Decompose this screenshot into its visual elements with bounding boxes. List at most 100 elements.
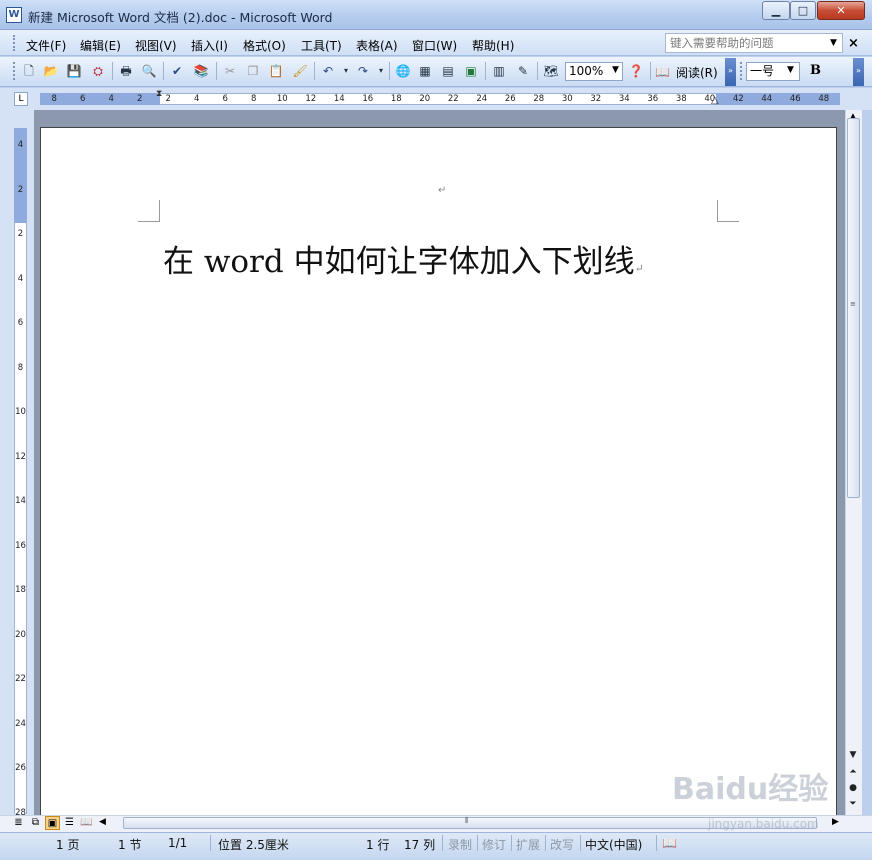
ruler-tick-label: 18 (390, 94, 402, 104)
ruler-tick-label: 8 (51, 94, 57, 104)
print-layout-view-icon[interactable]: ▣ (45, 816, 60, 830)
drawing-icon[interactable]: ✎ (515, 63, 531, 79)
bold-button[interactable]: B (810, 63, 821, 78)
next-page-icon[interactable]: ⏷ (846, 799, 860, 809)
status-extend-selection[interactable]: 扩展 (516, 836, 540, 853)
redo-dropdown-icon[interactable]: ▾ (373, 63, 389, 79)
status-line: 1 行 (366, 838, 390, 852)
ruler-tick-label: 6 (222, 94, 228, 104)
menu-edit[interactable]: 编辑(E) (80, 37, 121, 54)
font-size-dropdown-icon[interactable]: ▼ (787, 65, 794, 75)
redo-icon[interactable]: ↷ (355, 63, 371, 79)
indent-marker-icon[interactable]: ⧗ (156, 89, 162, 99)
close-button[interactable]: ✕ (817, 1, 865, 20)
status-track-changes[interactable]: 修订 (482, 836, 506, 853)
scroll-down-arrow-icon[interactable]: ▼ (846, 750, 860, 760)
format-toolbar-overflow-icon[interactable]: » (853, 58, 864, 86)
cut-icon[interactable]: ✂ (222, 63, 238, 79)
ruler-tick-label: 20 (419, 94, 431, 104)
document-close-button[interactable]: × (848, 36, 859, 51)
undo-dropdown-icon[interactable]: ▾ (338, 63, 354, 79)
copy-icon[interactable]: ❐ (245, 63, 261, 79)
toolbar-separator (389, 62, 390, 80)
menu-window[interactable]: 窗口(W) (412, 37, 457, 54)
ruler-tick-label: 22 (447, 94, 459, 104)
toolbar-overflow-icon[interactable]: » (725, 58, 736, 86)
vertical-scroll-thumb[interactable] (847, 118, 860, 498)
document-page[interactable] (40, 127, 837, 815)
spelling-check-icon[interactable]: ✔ (169, 63, 185, 79)
status-record-macro[interactable]: 录制 (448, 836, 472, 853)
vertical-ruler-tick-label: 12 (15, 451, 26, 462)
print-preview-icon[interactable]: 🔍 (141, 63, 157, 79)
menu-insert[interactable]: 插入(I) (191, 37, 228, 54)
scroll-left-arrow-icon[interactable]: ◀ (99, 817, 106, 827)
ruler-tick-label: 14 (333, 94, 345, 104)
status-language[interactable]: 中文(中国) (585, 836, 642, 853)
vertical-ruler-tick-label: 4 (17, 140, 24, 150)
open-folder-icon[interactable]: 📂 (43, 63, 59, 79)
vertical-ruler-tick-label: 26 (15, 763, 26, 774)
format-painter-icon[interactable]: 🖌 (292, 63, 308, 79)
header-paragraph-mark: ↵ (438, 185, 447, 196)
insert-excel-icon[interactable]: ▣ (463, 63, 479, 79)
ruler-tick-label: 2 (137, 94, 143, 104)
menu-table[interactable]: 表格(A) (356, 37, 398, 54)
help-dropdown-arrow-icon[interactable]: ▼ (830, 38, 837, 48)
hyperlink-icon[interactable]: 🌐 (395, 63, 411, 79)
permission-icon[interactable]: ⛭ (90, 63, 106, 79)
minimize-button[interactable]: ▁ (762, 1, 790, 20)
zoom-dropdown-icon[interactable]: ▼ (612, 65, 619, 75)
previous-page-icon[interactable]: ⏶ (846, 767, 860, 777)
research-icon[interactable]: 📚 (193, 63, 209, 79)
format-toolbar-grip[interactable] (740, 62, 743, 80)
menu-grip[interactable] (13, 35, 16, 51)
read-mode-button[interactable]: 阅读(R) (676, 64, 718, 81)
toolbar-separator (537, 62, 538, 80)
paste-icon[interactable]: 📋 (268, 63, 284, 79)
web-layout-view-icon[interactable]: ⧉ (28, 816, 43, 830)
toolbar-grip[interactable] (13, 62, 16, 80)
undo-icon[interactable]: ↶ (320, 63, 336, 79)
vertical-ruler-tick-label: 18 (15, 585, 26, 596)
toolbar-separator (650, 62, 651, 80)
menu-file[interactable]: 文件(F) (26, 37, 66, 54)
print-icon[interactable]: 🖶 (118, 63, 134, 79)
status-overtype[interactable]: 改写 (550, 836, 574, 853)
normal-view-icon[interactable]: ≣ (11, 816, 26, 830)
reading-layout-view-icon[interactable]: 📖 (79, 816, 94, 830)
outline-view-icon[interactable]: ☰ (62, 816, 77, 830)
tables-borders-icon[interactable]: ▦ (417, 63, 433, 79)
word-app-icon[interactable]: W (6, 7, 22, 23)
status-page-count: 1/1 (168, 836, 188, 850)
baidu-watermark-url: jingyan.baidu.com (708, 817, 819, 831)
menu-view[interactable]: 视图(V) (135, 37, 177, 54)
menu-tools[interactable]: 工具(T) (301, 37, 342, 54)
status-separator (210, 835, 211, 851)
menu-format[interactable]: 格式(O) (243, 37, 286, 54)
status-separator (656, 835, 657, 851)
document-text[interactable]: 在 word 中如何让字体加入下划线↵ (163, 236, 644, 281)
vertical-ruler-tick-label: 22 (15, 674, 26, 685)
tab-selector[interactable]: L (14, 92, 28, 106)
maximize-button[interactable]: □ (790, 1, 816, 20)
menu-help[interactable]: 帮助(H) (472, 37, 514, 54)
save-icon[interactable]: 💾 (66, 63, 82, 79)
insert-table-icon[interactable]: ▤ (440, 63, 456, 79)
status-separator (580, 835, 581, 851)
ruler-tick-label: 26 (504, 94, 516, 104)
columns-icon[interactable]: ▥ (491, 63, 507, 79)
new-document-icon[interactable]: 🗋 (21, 63, 37, 79)
ruler-tick-label: 4 (108, 94, 114, 104)
ruler-tick-label: 24 (476, 94, 488, 104)
select-browse-object-icon[interactable]: ● (846, 783, 860, 793)
crop-mark-top-right (717, 200, 739, 222)
document-map-icon[interactable]: 🗺 (543, 63, 559, 79)
document-line-1[interactable]: 在 word 中如何让字体加入下划线 (163, 244, 635, 280)
help-icon[interactable]: ❓ (628, 63, 644, 79)
right-indent-marker-icon[interactable]: △ (711, 95, 719, 106)
scroll-right-arrow-icon[interactable]: ▶ (832, 817, 839, 827)
spelling-status-icon[interactable]: 📖 (662, 836, 677, 850)
help-search-input[interactable]: 键入需要帮助的问题 (665, 33, 843, 53)
ruler-tick-label: 6 (80, 94, 86, 104)
